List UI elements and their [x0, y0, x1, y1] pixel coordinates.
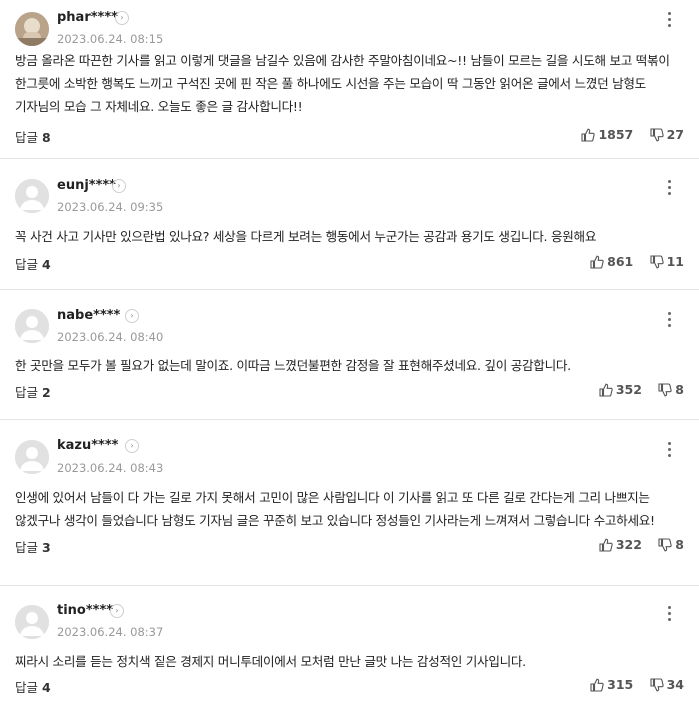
reply-button[interactable]: 답글 3 [15, 537, 51, 556]
like-button[interactable]: 315 [590, 677, 633, 692]
like-button[interactable]: 1857 [581, 127, 633, 142]
reply-button[interactable]: 답글 8 [15, 127, 51, 146]
dislike-button[interactable]: 8 [658, 382, 684, 397]
user-avatar[interactable] [15, 440, 49, 474]
reply-button[interactable]: 답글 4 [15, 254, 51, 273]
chevron-right-icon[interactable]: › [125, 309, 139, 323]
reply-count: 8 [42, 130, 51, 145]
user-avatar[interactable] [15, 179, 49, 213]
more-options-icon[interactable] [667, 442, 673, 460]
thumbs-down-icon [658, 537, 675, 552]
more-options-icon[interactable] [667, 606, 673, 624]
user-nickname[interactable]: phar**** [57, 10, 118, 25]
reply-label: 답글 [15, 257, 39, 272]
dislike-button[interactable]: 34 [650, 677, 684, 692]
user-avatar[interactable] [15, 12, 49, 46]
chevron-right-icon[interactable]: › [110, 604, 124, 618]
dislike-count: 8 [675, 382, 684, 397]
user-avatar[interactable] [15, 309, 49, 343]
comment-date: 2023.06.24. 08:37 [57, 625, 164, 639]
comment-item: nabe**** › 2023.06.24. 08:40 한 곳만을 모두가 볼… [0, 290, 699, 420]
comment-date: 2023.06.24. 08:15 [57, 32, 164, 46]
reply-count: 4 [42, 257, 51, 272]
like-button[interactable]: 352 [599, 382, 642, 397]
reply-count: 2 [42, 385, 51, 400]
thumbs-up-icon [599, 537, 616, 552]
comment-date: 2023.06.24. 08:40 [57, 330, 164, 344]
comment-item: tino**** › 2023.06.24. 08:37 찌라시 소리를 듣는 … [0, 586, 699, 716]
reply-count: 4 [42, 680, 51, 695]
thumbs-up-icon [590, 254, 607, 269]
dislike-count: 8 [675, 537, 684, 552]
comment-text: 인생에 있어서 남들이 다 가는 길로 가지 못해서 고민이 많은 사람입니다 … [15, 490, 655, 528]
thumbs-down-icon [650, 677, 667, 692]
thumbs-down-icon [650, 254, 667, 269]
like-count: 1857 [598, 127, 634, 142]
reply-label: 답글 [15, 385, 39, 400]
more-options-icon[interactable] [667, 180, 673, 198]
dislike-button[interactable]: 11 [650, 254, 684, 269]
like-button[interactable]: 322 [599, 537, 642, 552]
thumbs-up-icon [581, 127, 598, 142]
thumbs-down-icon [650, 127, 667, 142]
comment-text: 꼭 사건 사고 기사만 있으란법 있나요? 세상을 다르게 보려는 행동에서 누… [15, 229, 597, 244]
user-nickname[interactable]: tino**** [57, 603, 113, 618]
reply-button[interactable]: 답글 4 [15, 677, 51, 696]
chevron-right-icon[interactable]: › [112, 179, 126, 193]
reply-label: 답글 [15, 540, 39, 555]
reply-label: 답글 [15, 680, 39, 695]
like-button[interactable]: 861 [590, 254, 633, 269]
thumbs-up-icon [590, 677, 607, 692]
comment-item: phar**** › 2023.06.24. 08:15 방금 올라온 따끈한 … [0, 0, 699, 159]
comment-list: phar**** › 2023.06.24. 08:15 방금 올라온 따끈한 … [0, 0, 699, 716]
dislike-count: 27 [666, 127, 684, 142]
more-options-icon[interactable] [667, 312, 673, 330]
dislike-count: 34 [666, 677, 684, 692]
thumbs-down-icon [658, 382, 675, 397]
comment-date: 2023.06.24. 08:43 [57, 461, 164, 475]
like-count: 322 [615, 537, 642, 552]
dislike-button[interactable]: 8 [658, 537, 684, 552]
user-nickname[interactable]: eunj**** [57, 178, 116, 193]
reply-label: 답글 [15, 130, 39, 145]
reply-count: 3 [42, 540, 51, 555]
chevron-right-icon[interactable]: › [125, 439, 139, 453]
comment-text: 방금 올라온 따끈한 기사를 읽고 이렇게 댓글을 남길수 있음에 감사한 주말… [15, 53, 670, 114]
dislike-count: 11 [666, 254, 684, 269]
like-count: 315 [607, 677, 634, 692]
comment-item: eunj**** › 2023.06.24. 09:35 꼭 사건 사고 기사만… [0, 159, 699, 290]
reply-button[interactable]: 답글 2 [15, 382, 51, 401]
comment-date: 2023.06.24. 09:35 [57, 200, 164, 214]
user-nickname[interactable]: kazu**** [57, 438, 118, 453]
comment-text: 찌라시 소리를 듣는 정치색 짙은 경제지 머니투데이에서 모처럼 만난 글맛 … [15, 654, 526, 669]
user-nickname[interactable]: nabe**** [57, 308, 120, 323]
user-avatar[interactable] [15, 605, 49, 639]
comment-item: kazu**** › 2023.06.24. 08:43 인생에 있어서 남들이… [0, 420, 699, 586]
like-count: 861 [607, 254, 634, 269]
chevron-right-icon[interactable]: › [115, 11, 129, 25]
thumbs-up-icon [599, 382, 616, 397]
comment-text: 한 곳만을 모두가 볼 필요가 없는데 말이죠. 이따금 느꼈던불편한 감정을 … [15, 358, 571, 373]
dislike-button[interactable]: 27 [650, 127, 684, 142]
more-options-icon[interactable] [667, 12, 673, 30]
like-count: 352 [615, 382, 642, 397]
